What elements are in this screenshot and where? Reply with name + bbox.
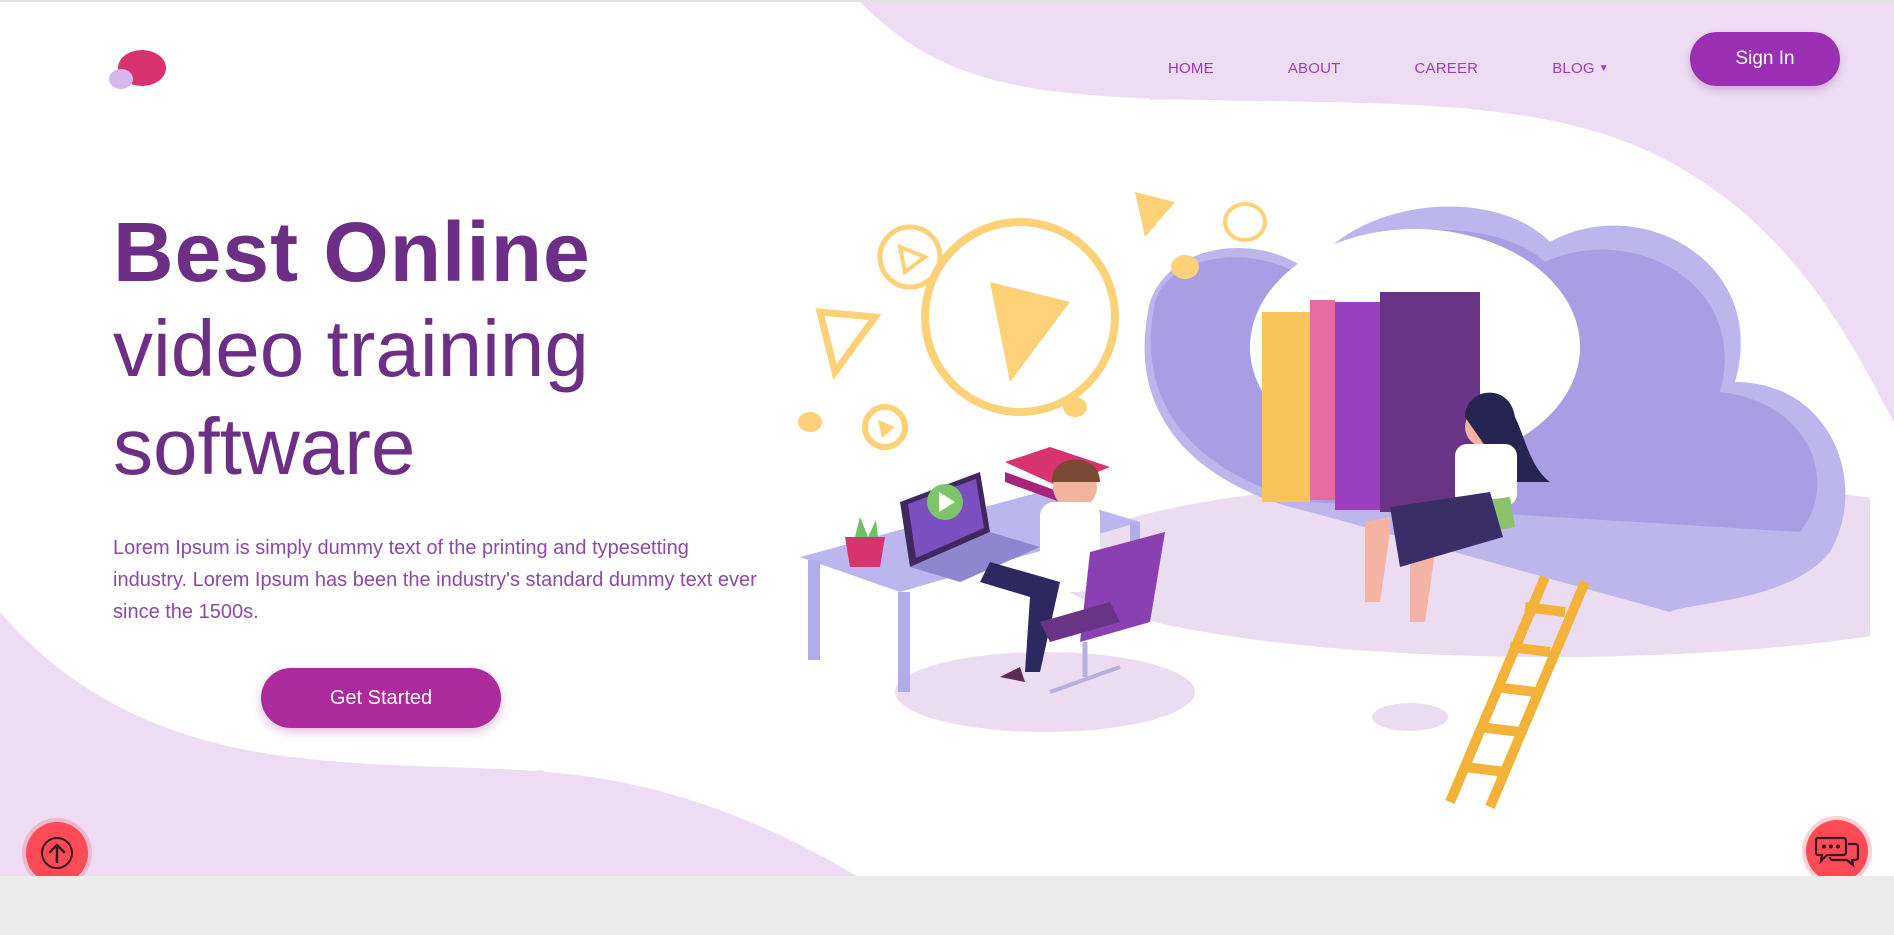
chat-button[interactable] bbox=[1806, 820, 1868, 876]
hero-title-line3: software bbox=[113, 402, 416, 491]
nav-home[interactable]: HOME bbox=[1150, 38, 1232, 100]
hero-illustration bbox=[798, 192, 1870, 809]
chat-icon bbox=[1815, 836, 1859, 868]
hero-title-bold: Best Online bbox=[113, 205, 591, 299]
nav-about-label: ABOUT bbox=[1287, 60, 1341, 77]
arrow-up-icon bbox=[41, 837, 73, 869]
hero-title-line2: video training bbox=[113, 304, 589, 393]
nav-home-label: HOME bbox=[1168, 60, 1214, 77]
nav-blog-label: BLOG bbox=[1552, 60, 1595, 77]
scroll-top-button[interactable] bbox=[26, 822, 88, 876]
caret-down-icon: ▼ bbox=[1598, 63, 1609, 74]
hero-description: Lorem Ipsum is simply dummy text of the … bbox=[113, 537, 757, 623]
logo-icon[interactable] bbox=[108, 48, 168, 92]
nav-blog[interactable]: BLOG ▼ bbox=[1534, 38, 1627, 100]
nav-about[interactable]: ABOUT bbox=[1270, 38, 1359, 100]
hero-section: HOME ABOUT CAREER BLOG ▼ Sign In Best Onl… bbox=[0, 0, 1894, 876]
main-nav: HOME ABOUT CAREER BLOG ▼ bbox=[1150, 38, 1627, 100]
sign-in-button[interactable]: Sign In bbox=[1690, 32, 1840, 86]
nav-career-label: CAREER bbox=[1414, 60, 1479, 77]
get-started-button[interactable]: Get Started bbox=[261, 668, 501, 728]
nav-career[interactable]: CAREER bbox=[1397, 38, 1497, 100]
